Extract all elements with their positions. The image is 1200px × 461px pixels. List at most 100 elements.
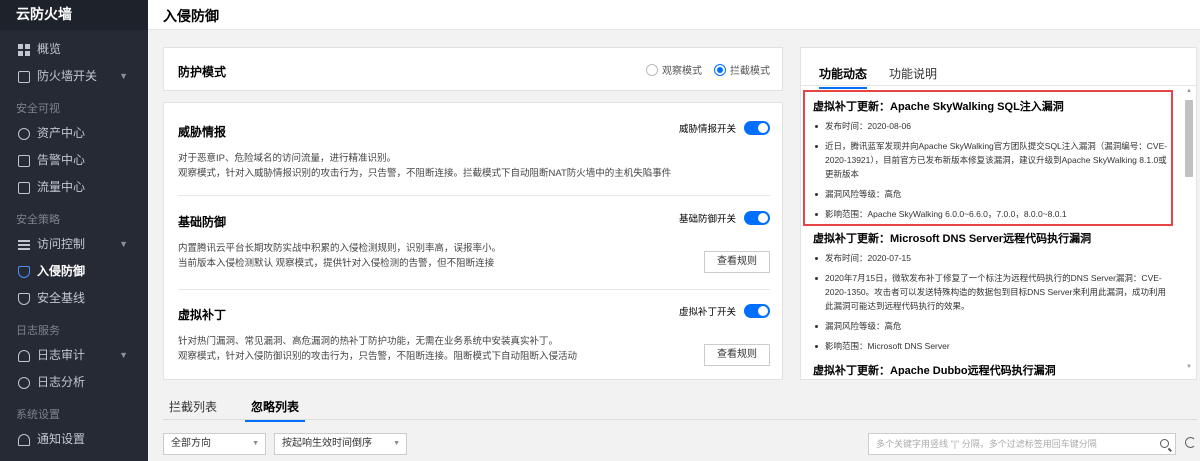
sidebar-item-log-audit[interactable]: 日志审计 ▼ — [0, 342, 148, 369]
sidebar-group-label: 日志服务 — [16, 325, 60, 337]
traffic-icon — [18, 181, 30, 194]
top-header: 入侵防御 — [148, 0, 1200, 30]
sidebar-item-traffic-center[interactable]: 流量中心 — [0, 174, 148, 201]
alarm-icon — [18, 154, 30, 167]
sidebar-group-label: 系统设置 — [16, 409, 60, 421]
sidebar-item-asset-center[interactable]: 资产中心 — [0, 120, 148, 147]
sidebar-item-security-baseline[interactable]: 安全基线 — [0, 285, 148, 312]
sidebar-group-label: 安全可视 — [16, 103, 60, 115]
news-bullet: 漏洞风险等级：高危 — [813, 187, 1174, 201]
sort-select[interactable]: 按起响生效时间倒序 ▼ — [274, 433, 407, 455]
news-title: 虚拟补丁更新：Apache SkyWalking SQL注入漏洞 — [813, 101, 1064, 113]
base-defense-toggle[interactable] — [744, 211, 770, 225]
virtual-patch-title: 虚拟补丁 — [178, 308, 227, 322]
feature-news-panel: 功能动态 功能说明 虚拟补丁更新：Apache SkyWalking SQL注入… — [800, 47, 1197, 380]
scroll-down-icon[interactable]: ▼ — [1186, 364, 1192, 370]
desc-line: 观察模式，针对入侵防御识别的攻击行为，只告警，不阻断连接。阻断模式下自动阻断入侵… — [178, 351, 578, 362]
virtual-patch-toggle[interactable] — [744, 304, 770, 318]
search-icon[interactable] — [1160, 439, 1169, 448]
chevron-down-icon: ▼ — [119, 350, 128, 360]
sidebar-group-label: 安全策略 — [16, 214, 60, 226]
sidebar-item-intrusion-prevention[interactable]: 入侵防御 — [0, 258, 148, 285]
news-feed[interactable]: 虚拟补丁更新：Apache SkyWalking SQL注入漏洞 发布时间：20… — [801, 91, 1184, 376]
chevron-down-icon: ▼ — [393, 440, 400, 447]
base-defense-title: 基础防御 — [178, 215, 227, 229]
grid-icon — [18, 43, 30, 56]
refresh-icon[interactable] — [1185, 437, 1196, 448]
news-bullet: 2020年7月15日，微软发布补丁修复了一个标注为远程代码执行的DNS Serv… — [813, 271, 1174, 313]
block-mode-radio[interactable] — [714, 63, 726, 76]
sidebar-item-firewall-switch[interactable]: 防火墙开关 ▼ — [0, 63, 148, 90]
sidebar-item-label: 访问控制 — [37, 237, 86, 251]
direction-select-value: 全部方向 — [171, 438, 211, 449]
sidebar-item-label: 防火墙开关 — [37, 69, 98, 83]
chevron-down-icon: ▼ — [119, 71, 128, 81]
news-bullet: 近日，腾讯蓝军发现并向Apache SkyWalking官方团队提交SQL注入漏… — [813, 139, 1174, 181]
desc-line: 对于恶意IP、危险域名的访问流量，进行精准识别。 — [178, 153, 396, 164]
news-bullet: 影响范围：Microsoft DNS Server — [813, 339, 1174, 353]
threat-intel-toggle[interactable] — [744, 121, 770, 135]
desc-line: 当前版本入侵检测默认 观察模式，提供针对入侵检测的告警，但不阻断连接 — [178, 258, 495, 269]
sidebar-item-label: 概览 — [37, 42, 62, 56]
sidebar-item-log-analysis[interactable]: 日志分析 — [0, 369, 148, 396]
news-title: 虚拟补丁更新：Apache Dubbo远程代码执行漏洞 — [813, 365, 1056, 376]
news-item: 虚拟补丁更新：Apache SkyWalking SQL注入漏洞 发布时间：20… — [801, 95, 1184, 221]
protection-mode-card: 防护模式 观察模式 拦截模式 — [163, 47, 783, 91]
chevron-down-icon: ▼ — [252, 440, 259, 447]
view-rules-button[interactable]: 查看规则 — [704, 251, 770, 273]
scrollbar-thumb[interactable] — [1185, 100, 1193, 177]
virtual-patch-toggle-wrap: 虚拟补丁开关 — [679, 304, 770, 318]
sidebar: 云防火墙 概览 防火墙开关 ▼ 安全可视 资产中心 告警中心 流量中心 安全策略… — [0, 0, 148, 461]
mode-radio-group: 观察模式 拦截模式 — [646, 62, 770, 77]
base-defense-desc: 内置腾讯云平台长期攻防实战中积累的入侵检测规则，识别率高，误报率小。 当前版本入… — [178, 241, 501, 271]
sidebar-item-notification-settings[interactable]: 通知设置 — [0, 426, 148, 453]
baseline-icon — [18, 292, 30, 305]
observe-mode-label[interactable]: 观察模式 — [662, 62, 702, 77]
news-bullet: 发布时间：2020-08-06 — [813, 119, 1174, 133]
sidebar-item-label: 安全基线 — [37, 291, 86, 305]
sidebar-item-label: 日志分析 — [37, 375, 86, 389]
analysis-icon — [18, 376, 30, 389]
base-defense-toggle-wrap: 基础防御开关 — [679, 211, 770, 225]
firewall-icon — [18, 70, 30, 83]
sidebar-item-access-control[interactable]: 访问控制 ▼ — [0, 231, 148, 258]
tab-underline — [801, 85, 1196, 86]
sidebar-item-overview[interactable]: 概览 — [0, 36, 148, 63]
sidebar-item-alarm-center[interactable]: 告警中心 — [0, 147, 148, 174]
sidebar-item-label: 通知设置 — [37, 432, 86, 446]
desc-line: 观察模式，针对入威胁情报识别的攻击行为，只告警，不阻断连接。拦截模式下自动阻断N… — [178, 168, 672, 179]
base-defense-toggle-label: 基础防御开关 — [678, 214, 736, 225]
page-title: 入侵防御 — [163, 8, 219, 24]
protection-mode-title: 防护模式 — [178, 65, 227, 79]
direction-select[interactable]: 全部方向 ▼ — [163, 433, 266, 455]
threat-intel-toggle-label: 威胁情报开关 — [678, 124, 736, 135]
sidebar-item-label: 告警中心 — [37, 153, 86, 167]
news-bullet: 发布时间：2020-07-15 — [813, 251, 1174, 265]
news-bullet: 漏洞风险等级：高危 — [813, 319, 1174, 333]
threat-intel-toggle-wrap: 威胁情报开关 — [679, 121, 770, 135]
threat-intel-title: 威胁情报 — [178, 125, 227, 139]
sort-select-value: 按起响生效时间倒序 — [282, 438, 372, 449]
sidebar-item-label: 入侵防御 — [37, 264, 86, 278]
bell-icon — [18, 433, 30, 446]
virtual-patch-toggle-label: 虚拟补丁开关 — [678, 307, 736, 318]
news-item: 虚拟补丁更新：Apache Dubbo远程代码执行漏洞 — [801, 359, 1184, 376]
list-tabs-underline — [163, 419, 1197, 420]
brand-title: 云防火墙 — [0, 0, 148, 30]
news-title: 虚拟补丁更新：Microsoft DNS Server远程代码执行漏洞 — [813, 233, 1092, 245]
virtual-patch-desc: 针对热门漏洞、常见漏洞、高危漏洞的热补丁防护功能，无需在业务系统中安装真实补丁。… — [178, 334, 577, 364]
scroll-up-icon[interactable]: ▲ — [1186, 88, 1192, 94]
news-bullet: 影响范围：Apache SkyWalking 6.0.0~6.6.0，7.0.0… — [813, 207, 1174, 221]
block-mode-label[interactable]: 拦截模式 — [730, 62, 770, 77]
asset-icon — [18, 127, 30, 140]
news-item: 虚拟补丁更新：Microsoft DNS Server远程代码执行漏洞 发布时间… — [801, 227, 1184, 353]
defense-sections-card: 威胁情报 威胁情报开关 对于恶意IP、危险域名的访问流量，进行精准识别。 观察模… — [163, 102, 783, 380]
view-rules-button[interactable]: 查看规则 — [704, 344, 770, 366]
desc-line: 针对热门漏洞、常见漏洞、高危漏洞的热补丁防护功能，无需在业务系统中安装真实补丁。 — [178, 336, 559, 347]
sidebar-item-label: 流量中心 — [37, 180, 86, 194]
shield-icon — [18, 265, 30, 278]
desc-line: 内置腾讯云平台长期攻防实战中积累的入侵检测规则，识别率高，误报率小。 — [178, 243, 502, 254]
observe-mode-radio[interactable] — [646, 63, 658, 76]
search-input[interactable]: 多个关键字用竖线 "|" 分隔，多个过滤标签用回车键分隔 — [868, 433, 1176, 455]
chevron-down-icon: ▼ — [119, 239, 128, 249]
